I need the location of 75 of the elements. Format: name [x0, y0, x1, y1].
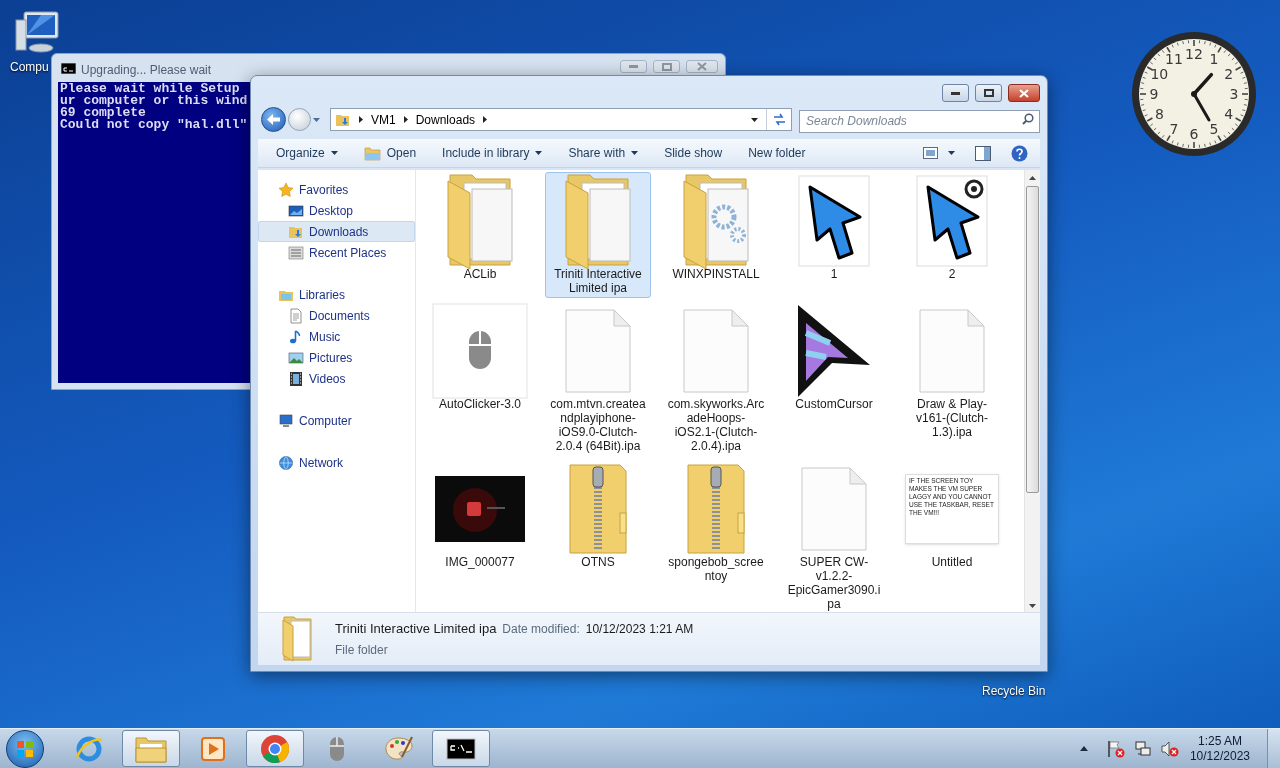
clock-number: 5 [1209, 120, 1219, 137]
clock-number: 6 [1189, 126, 1199, 142]
nav-item[interactable]: Videos [258, 368, 415, 389]
nav-item[interactable]: Favorites [258, 179, 415, 200]
nav-item[interactable]: Network [258, 452, 415, 473]
file-item[interactable]: AutoClicker-3.0 [427, 302, 533, 456]
window-title: Upgrading... Please wait [81, 62, 212, 79]
clock-number: 4 [1224, 106, 1234, 122]
clock-number: 1 [1209, 51, 1219, 68]
clock-number: 11 [1165, 51, 1183, 68]
nav-item[interactable]: Music [258, 326, 415, 347]
clock-number: 10 [1150, 66, 1169, 82]
toolbar-button[interactable]: Share with [562, 141, 645, 165]
file-name: CustomCursor [794, 397, 874, 411]
console-line: Could not copy "hal.dll" [60, 119, 248, 131]
toolbar-button[interactable]: New folder [742, 141, 812, 165]
file-item[interactable]: IMG_000077 [427, 460, 533, 612]
file-name: Draw & Play-v161-(Clutch-1.3).ipa [915, 397, 989, 439]
toolbar-button[interactable]: Open [357, 141, 423, 165]
file-name: ACLib [462, 267, 498, 281]
details-label: Date modified: [502, 620, 580, 638]
address-bar[interactable]: VM1 Downloads [330, 108, 792, 131]
file-item[interactable]: Draw & Play-v161-(Clutch-1.3).ipa [899, 302, 1005, 456]
clock-number: 9 [1149, 86, 1159, 102]
nav-item[interactable]: Downloads [258, 221, 415, 242]
desktop-icon-label[interactable]: Compu [10, 58, 49, 76]
file-name: 2 [947, 267, 957, 281]
file-item[interactable]: CustomCursor [781, 302, 887, 456]
nav-item[interactable]: Desktop [258, 200, 415, 221]
file-item[interactable]: ACLib [427, 172, 533, 298]
desktop-icon-label[interactable]: Recycle Bin [982, 682, 1046, 700]
file-name: AutoClicker-3.0 [438, 397, 522, 411]
clock-number: 7 [1169, 120, 1179, 137]
toolbar-button[interactable]: Organize [270, 141, 344, 165]
console-line: 69 complete [60, 107, 146, 119]
clock-number: 12 [1185, 46, 1203, 62]
console-line: Please wait while Setup [60, 83, 240, 95]
file-name: SUPER CW-v1.2.2-EpicGamer3090.ipa [786, 555, 882, 611]
file-item[interactable]: 2 [899, 172, 1005, 298]
file-name: com.mtvn.createandplayiphone-iOS9.0-Clutch-2.0.4 (64Bit).ipa [549, 397, 647, 453]
breadcrumb-item[interactable]: VM1 [371, 110, 396, 129]
nav-item[interactable]: Recent Places [258, 242, 415, 263]
file-item[interactable]: Triniti Interactive Limited ipa [545, 172, 651, 298]
file-item[interactable]: com.skyworks.ArcadeHoops-iOS2.1-(Clutch-2.0.4).ipa [663, 302, 769, 456]
file-name: Triniti Interactive Limited ipa [553, 267, 643, 295]
file-item[interactable]: spongebob_screentoy [663, 460, 769, 612]
clock-time[interactable]: 1:25 AM [1197, 733, 1242, 749]
file-item[interactable]: SUPER CW-v1.2.2-EpicGamer3090.ipa [781, 460, 887, 612]
details-name: Triniti Interactive Limited ipa [335, 619, 497, 638]
toolbar-button[interactable]: Slide show [658, 141, 729, 165]
toolbar-button[interactable]: Include in library [436, 141, 549, 165]
file-item[interactable]: 1 [781, 172, 887, 298]
file-item[interactable]: OTNS [545, 460, 651, 612]
nav-item[interactable]: Libraries [258, 284, 415, 305]
breadcrumb-item[interactable]: Downloads [415, 110, 476, 129]
clock-number: 8 [1154, 106, 1164, 122]
clock-number: 2 [1224, 66, 1234, 82]
file-name: WINXPINSTALL [671, 267, 761, 281]
nav-item[interactable]: Computer [258, 410, 415, 431]
file-name: com.skyworks.ArcadeHoops-iOS2.1-(Clutch-2.0.4).ipa [667, 397, 765, 453]
search-field[interactable]: Search Downloads [799, 109, 1040, 133]
details-type: File folder [335, 642, 389, 660]
file-name: spongebob_screentoy [667, 555, 765, 583]
console-line: ur computer or this wind [60, 95, 248, 107]
file-name: Untitled [930, 555, 974, 569]
file-item[interactable]: WINXPINSTALL [663, 172, 769, 298]
clock-number: 3 [1229, 86, 1239, 102]
file-name: 1 [829, 267, 839, 281]
clock-date[interactable]: 10/12/2023 [1189, 748, 1250, 764]
nav-item[interactable]: Documents [258, 305, 415, 326]
nav-item[interactable]: Pictures [258, 347, 415, 368]
file-name: IMG_000077 [444, 555, 516, 569]
file-name: OTNS [580, 555, 616, 569]
details-value: 10/12/2023 1:21 AM [585, 620, 694, 638]
file-item[interactable]: com.mtvn.createandplayiphone-iOS9.0-Clutch-2.0.4 (64Bit).ipa [545, 302, 651, 456]
